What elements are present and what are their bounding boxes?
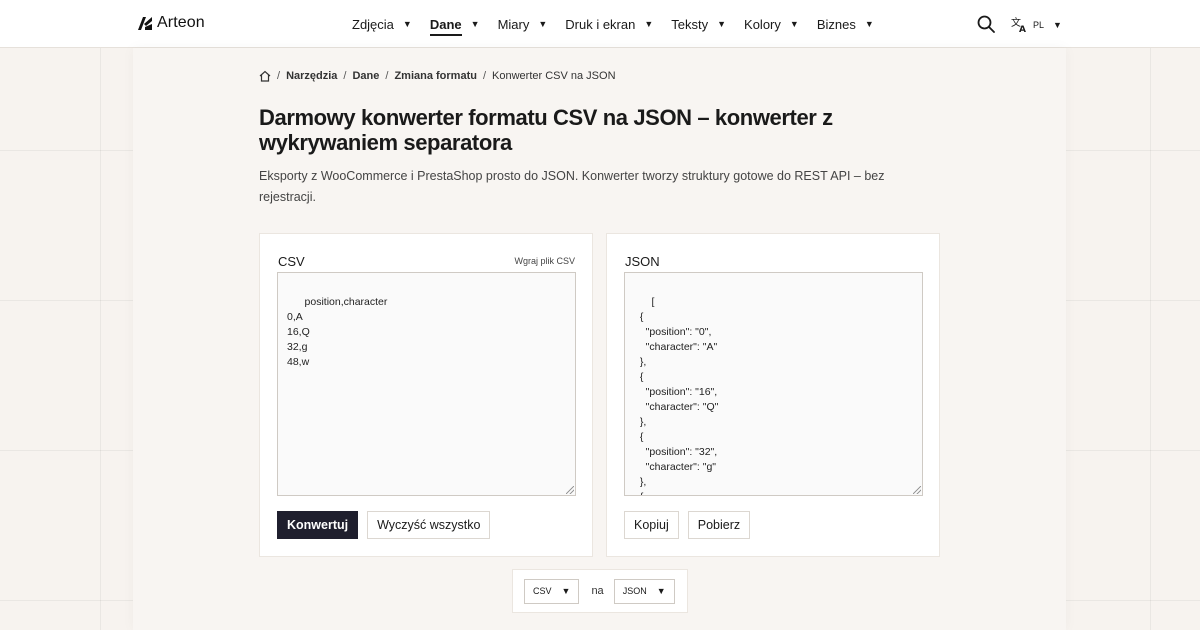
main-nav: Zdjęcia ▼ Dane ▼ Miary ▼ Druk i ekran ▼ … — [352, 0, 892, 48]
home-icon[interactable] — [259, 70, 271, 82]
nav-item-zdjecia[interactable]: Zdjęcia ▼ — [352, 17, 412, 32]
csv-input-textarea[interactable]: position,character 0,A 16,Q 32,g 48,w — [277, 272, 576, 496]
nav-item-label: Biznes — [816, 16, 856, 32]
caret-down-icon: ▼ — [656, 586, 666, 596]
upload-csv-link[interactable]: Wgraj plik CSV — [514, 256, 575, 266]
breadcrumb-current: Konwerter CSV na JSON — [492, 70, 616, 82]
logo[interactable]: Arteon — [137, 14, 205, 32]
source-format-select[interactable]: CSV ▼ — [524, 578, 580, 604]
nav-item-label: Druk i ekran — [565, 16, 636, 32]
nav-item-miary[interactable]: Miary ▼ — [498, 17, 548, 32]
caret-down-icon: ▼ — [717, 19, 727, 29]
nav-item-dane[interactable]: Dane ▼ — [429, 13, 480, 36]
arteon-logo-icon — [138, 17, 152, 30]
breadcrumb-separator: / — [482, 70, 487, 82]
csv-input-text: position,character 0,A 16,Q 32,g 48,w — [287, 296, 388, 368]
breadcrumb-separator: / — [277, 70, 281, 82]
main-content: / Narzędzia / Dane / Zmiana formatu / Ko… — [133, 48, 1066, 630]
csv-panel-label: CSV — [278, 254, 305, 269]
csv-input-panel: CSV Wgraj plik CSV position,character 0,… — [259, 233, 593, 557]
breadcrumb: / Narzędzia / Dane / Zmiana formatu / Ko… — [259, 70, 616, 82]
download-button[interactable]: Pobierz — [687, 511, 751, 539]
json-panel-label: JSON — [625, 254, 660, 269]
nav-item-teksty[interactable]: Teksty ▼ — [671, 17, 726, 32]
breadcrumb-item-dane[interactable]: Dane — [352, 70, 379, 82]
nav-item-kolory[interactable]: Kolory ▼ — [744, 17, 799, 32]
language-selector[interactable]: 文 A PL ▼ — [1011, 16, 1062, 33]
clear-all-button[interactable]: Wyczyść wszystko — [367, 511, 491, 539]
resize-handle-icon[interactable] — [566, 486, 574, 494]
nav-item-druk-i-ekran[interactable]: Druk i ekran ▼ — [565, 17, 653, 32]
csv-actions: Konwertuj Wyczyść wszystko — [277, 511, 491, 539]
nav-item-label: Dane — [429, 17, 462, 36]
json-actions: Kopiuj Pobierz — [624, 511, 751, 539]
target-format-select[interactable]: JSON ▼ — [613, 578, 675, 604]
breadcrumb-separator: / — [385, 70, 389, 82]
translate-icon: 文 A — [1011, 16, 1026, 33]
language-code: PL — [1033, 19, 1045, 30]
svg-text:A: A — [1019, 25, 1026, 33]
caret-down-icon: ▼ — [538, 19, 548, 29]
caret-down-icon: ▼ — [402, 19, 412, 29]
json-output-panel: JSON [ { "position": "0", "character": "… — [606, 233, 940, 557]
caret-down-icon: ▼ — [789, 19, 799, 29]
nav-item-label: Teksty — [671, 16, 709, 32]
nav-item-label: Zdjęcia — [352, 16, 394, 32]
copy-button[interactable]: Kopiuj — [624, 511, 679, 539]
page-subtitle: Eksporty z WooCommerce i PrestaShop pros… — [259, 169, 885, 204]
caret-down-icon: ▼ — [470, 19, 480, 29]
source-format-value: CSV — [533, 586, 552, 596]
resize-handle-icon[interactable] — [913, 486, 921, 494]
nav-item-biznes[interactable]: Biznes ▼ — [817, 17, 874, 32]
top-navigation-bar: Arteon Zdjęcia ▼ Dane ▼ Miary ▼ Druk i e… — [0, 0, 1200, 48]
caret-down-icon: ▼ — [864, 19, 874, 29]
format-connector-label: na — [591, 585, 604, 597]
caret-down-icon: ▼ — [1053, 19, 1062, 30]
search-icon[interactable] — [977, 15, 995, 33]
app-name: Arteon — [157, 14, 205, 31]
json-output-textarea[interactable]: [ { "position": "0", "character": "A" },… — [624, 272, 923, 496]
breadcrumb-item-narzedzia[interactable]: Narzędzia — [286, 70, 337, 82]
caret-down-icon: ▼ — [561, 586, 571, 596]
target-format-value: JSON — [622, 586, 647, 596]
nav-item-label: Miary — [497, 16, 530, 32]
breadcrumb-separator: / — [343, 70, 347, 82]
format-selector-bar: CSV ▼ na JSON ▼ — [512, 569, 688, 613]
caret-down-icon: ▼ — [644, 19, 654, 29]
nav-item-label: Kolory — [744, 16, 781, 32]
page-title: Darmowy konwerter formatu CSV na JSON – … — [259, 105, 833, 155]
breadcrumb-item-zmiana-formatu[interactable]: Zmiana formatu — [394, 70, 477, 82]
convert-button[interactable]: Konwertuj — [277, 511, 359, 539]
json-output-text: [ { "position": "0", "character": "A" },… — [639, 296, 719, 495]
